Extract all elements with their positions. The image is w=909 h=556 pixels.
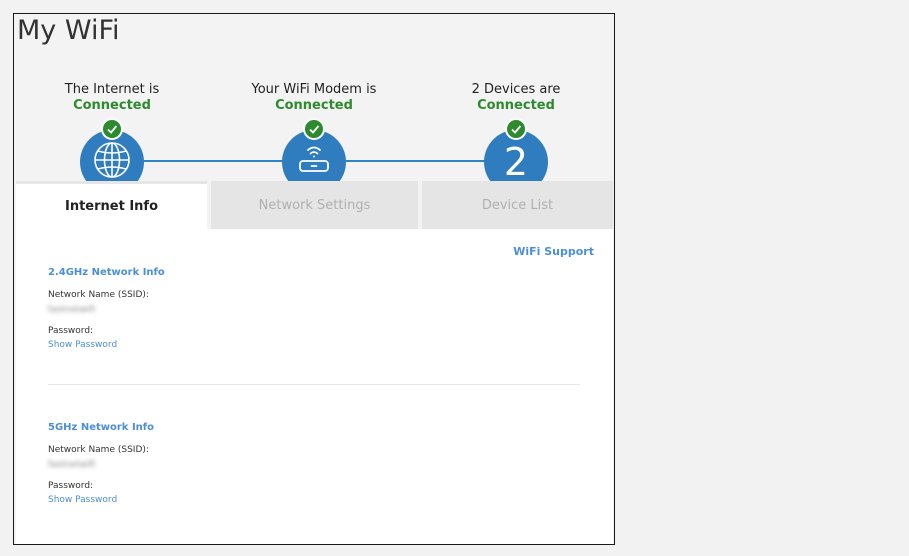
- tab-network-settings[interactable]: Network Settings: [211, 181, 418, 229]
- section-divider: [48, 384, 580, 385]
- network-5-heading: 5GHz Network Info: [48, 422, 155, 433]
- connector-line: [144, 160, 284, 162]
- check-icon: [101, 118, 123, 140]
- ssid-label: Network Name (SSID):: [48, 445, 149, 455]
- wifi-support-link[interactable]: WiFi Support: [513, 245, 594, 258]
- step-internet: The Internet is Connected: [14, 82, 212, 114]
- ssid-value: fastnetwifi: [48, 460, 96, 470]
- show-password-link[interactable]: Show Password: [48, 340, 117, 350]
- step-status: Connected: [275, 98, 353, 113]
- ssid-value: fastnetwifi: [48, 305, 96, 315]
- check-icon: [303, 118, 325, 140]
- step-status: Connected: [477, 98, 555, 113]
- show-password-link[interactable]: Show Password: [48, 495, 117, 505]
- check-icon: [505, 118, 527, 140]
- internet-info-panel: WiFi Support 2.4GHz Network Info Network…: [16, 229, 613, 544]
- wifi-panel: My WiFi The Internet is Connected Your W…: [13, 13, 615, 545]
- password-label: Password:: [48, 326, 94, 336]
- step-label: Your WiFi Modem is: [251, 82, 377, 97]
- step-devices: 2 Devices are Connected: [416, 82, 614, 114]
- ssid-label: Network Name (SSID):: [48, 290, 149, 300]
- modem-icon: [294, 140, 334, 185]
- tab-internet-info[interactable]: Internet Info: [16, 181, 207, 229]
- step-label: 2 Devices are: [471, 82, 561, 97]
- connector-line: [346, 160, 486, 162]
- globe-icon: [92, 140, 132, 185]
- step-modem: Your WiFi Modem is Connected: [214, 82, 414, 114]
- step-label: The Internet is: [64, 82, 160, 97]
- step-status: Connected: [73, 98, 151, 113]
- password-label: Password:: [48, 481, 94, 491]
- tab-device-list[interactable]: Device List: [422, 181, 613, 229]
- page-title: My WiFi: [17, 15, 120, 46]
- device-count: 2: [503, 140, 529, 184]
- network-24-heading: 2.4GHz Network Info: [48, 267, 165, 278]
